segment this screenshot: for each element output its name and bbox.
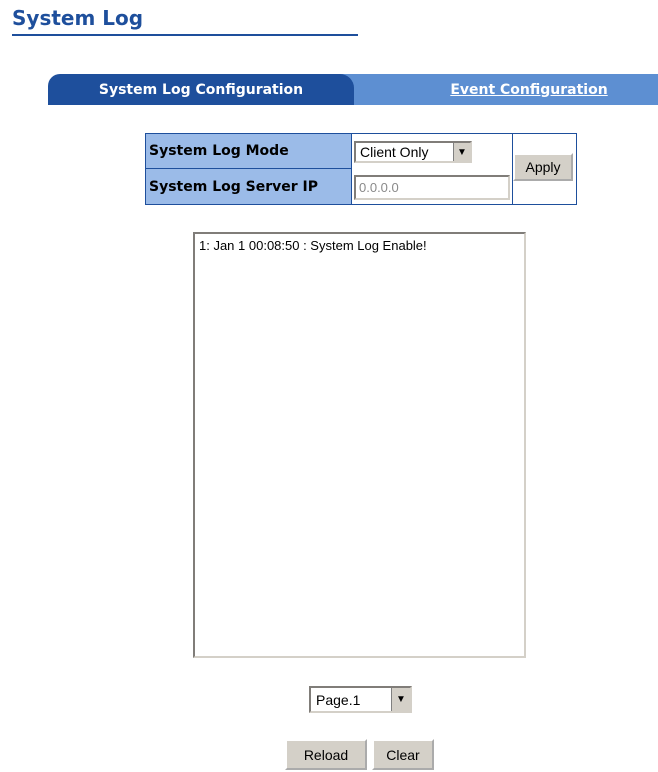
tab-event-configuration-label[interactable]: Event Configuration <box>450 82 607 98</box>
reload-button[interactable]: Reload <box>285 739 367 770</box>
system-log-mode-value: Client Only <box>360 144 429 160</box>
page-title: System Log <box>12 6 144 30</box>
log-entry: 1: Jan 1 00:08:50 : System Log Enable! <box>199 238 427 253</box>
chevron-down-icon[interactable]: ▼ <box>453 143 470 161</box>
system-log-mode-select[interactable]: Client Only ▼ <box>354 141 472 163</box>
system-log-server-ip-label: System Log Server IP <box>146 169 352 204</box>
title-underline <box>12 34 358 36</box>
page-select[interactable]: Page.1 ▼ <box>309 686 412 713</box>
system-log-mode-label: System Log Mode <box>146 134 352 169</box>
tab-event-configuration[interactable]: Event Configuration <box>340 74 658 105</box>
apply-button[interactable]: Apply <box>513 153 573 181</box>
page-select-value: Page.1 <box>316 691 361 708</box>
clear-button[interactable]: Clear <box>372 739 434 770</box>
tab-system-log-configuration[interactable]: System Log Configuration <box>48 74 354 105</box>
chevron-down-icon[interactable]: ▼ <box>391 688 410 711</box>
system-log-server-ip-input[interactable]: 0.0.0.0 <box>354 175 510 200</box>
tab-system-log-configuration-label: System Log Configuration <box>98 81 304 98</box>
system-log-textarea[interactable]: 1: Jan 1 00:08:50 : System Log Enable! <box>193 232 526 658</box>
